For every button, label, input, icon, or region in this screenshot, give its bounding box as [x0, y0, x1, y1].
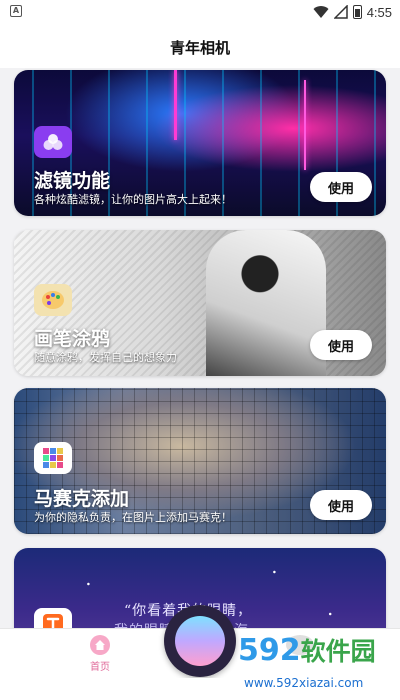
camera-button[interactable]	[164, 605, 236, 677]
mosaic-feature-card[interactable]: 马赛克添加 为你的隐私负责，在图片上添加马赛克！ 使用	[14, 388, 386, 534]
watermark-url: www.592xiazai.com	[244, 676, 364, 690]
status-bar: A 4:55	[0, 0, 400, 24]
mosaic-icon	[34, 442, 72, 474]
card-portrait-image	[206, 230, 326, 376]
use-mosaic-button[interactable]: 使用	[310, 490, 372, 520]
card-description: 为你的隐私负责，在图片上添加马赛克！	[34, 511, 232, 524]
nav-home-label: 首页	[90, 662, 110, 673]
doodle-feature-card[interactable]: 画笔涂鸦 随意涂鸦，发挥自己的想象力 使用	[14, 230, 386, 376]
card-description: 随意涂鸦，发挥自己的想象力	[34, 351, 177, 364]
decor-neon-line	[304, 80, 306, 170]
use-filter-button[interactable]: 使用	[310, 172, 372, 202]
nav-home-tab[interactable]: 首页	[74, 635, 126, 677]
app-notification-icon: A	[10, 5, 22, 17]
card-title: 滤镜功能	[34, 170, 111, 192]
wifi-icon	[313, 6, 329, 19]
palette-icon	[34, 284, 72, 316]
battery-icon	[352, 5, 362, 19]
app-header: 青年相机	[0, 24, 400, 68]
card-title: 马赛克添加	[34, 488, 130, 510]
watermark: 592软件园 www.592xiazai.com	[230, 632, 400, 700]
watermark-text: 软件园	[300, 637, 376, 666]
card-title: 画笔涂鸦	[34, 328, 111, 350]
filter-feature-card[interactable]: 滤镜功能 各种炫酷滤镜，让你的图片高大上起来！ 使用	[14, 70, 386, 216]
use-doodle-button[interactable]: 使用	[310, 330, 372, 360]
watermark-number: 592	[238, 633, 301, 668]
home-icon	[90, 635, 110, 655]
status-time: 4:55	[366, 4, 392, 20]
watermark-logo: 592软件园	[238, 632, 376, 668]
decor-neon-line	[174, 70, 177, 140]
filter-icon	[34, 126, 72, 158]
card-description: 各种炫酷滤镜，让你的图片高大上起来！	[34, 193, 232, 206]
status-icons: 4:55	[313, 3, 392, 21]
page-title: 青年相机	[169, 39, 230, 57]
signal-icon	[333, 5, 348, 19]
camera-lens-icon	[175, 616, 225, 666]
